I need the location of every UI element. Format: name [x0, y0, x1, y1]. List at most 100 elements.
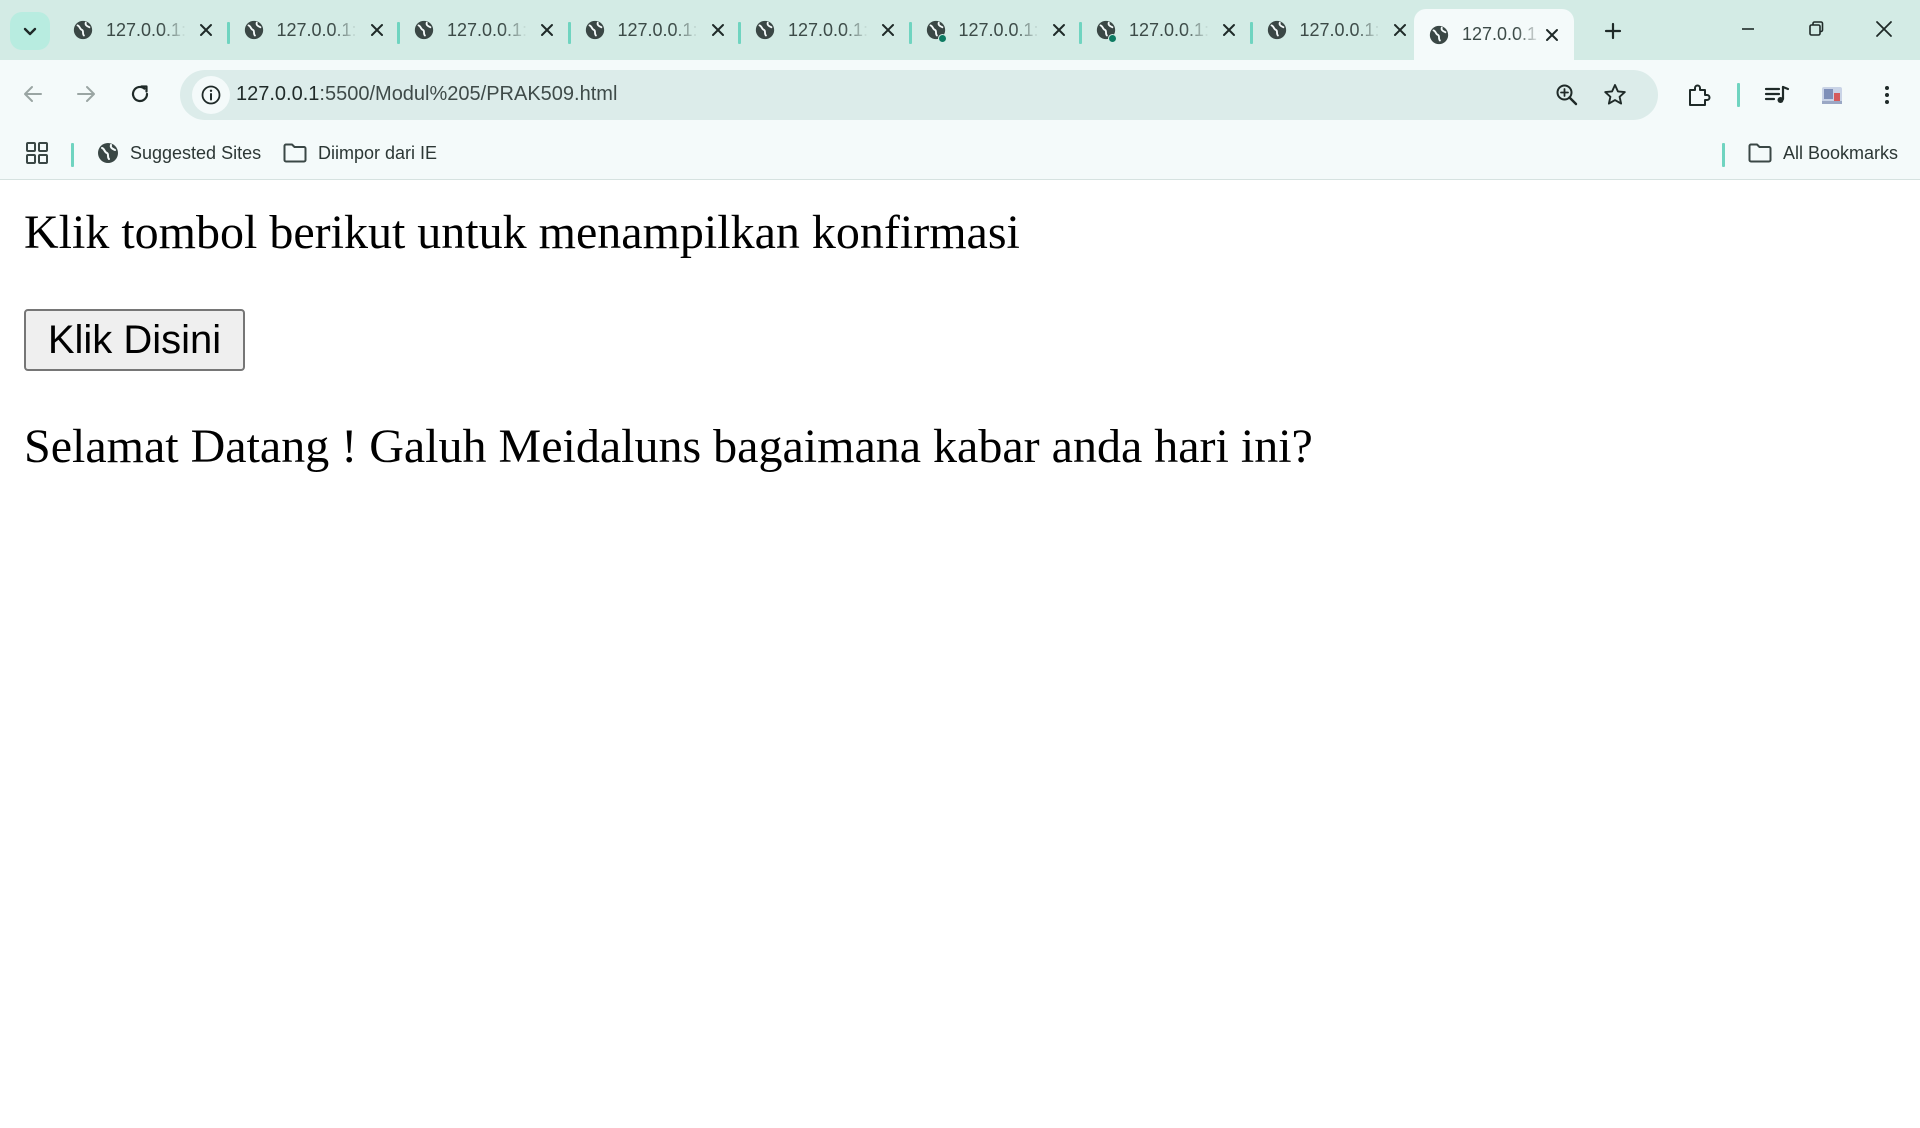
tab-favicon	[72, 19, 94, 41]
klik-disini-button[interactable]: Klik Disini	[24, 309, 245, 371]
address-bar[interactable]: 127.0.0.1:5500/Modul%205/PRAK509.html	[180, 70, 1658, 120]
forward-button[interactable]	[67, 75, 105, 113]
tab[interactable]: 127.0.0.1:5500/Modul%205	[908, 10, 1081, 50]
tab-activity-indicator	[937, 34, 947, 43]
tab[interactable]: 127.0.0.1:5500/Modul%205	[1079, 10, 1251, 50]
media-control-button[interactable]	[1762, 80, 1792, 110]
tab[interactable]: 127.0.0.1:5500/Modul%205	[567, 10, 740, 50]
browser-toolbar: 127.0.0.1:5500/Modul%205/PRAK509.html	[0, 60, 1920, 128]
bookmark-folder-imported-label: Diimpor dari IE	[318, 142, 438, 163]
all-bookmarks-button[interactable]: All Bookmarks	[1747, 138, 1898, 168]
apps-button[interactable]	[24, 138, 50, 168]
reload-button[interactable]	[121, 75, 159, 113]
star-icon	[1604, 84, 1626, 105]
tab[interactable]: 127.0.0.1:5500/Modul%205	[1249, 10, 1422, 50]
site-info-button[interactable]	[192, 76, 230, 114]
menu-button[interactable]	[1872, 80, 1902, 110]
tab[interactable]: 127.0.0.1:5500/Modul%205	[226, 10, 399, 50]
tab-strip: 127.0.0.1:5500/Modul%205 127.0.0.1:5500/M…	[0, 0, 1920, 60]
close-icon	[541, 24, 553, 36]
tab-favicon	[584, 19, 606, 41]
tab-separator	[226, 22, 230, 44]
tab-title: 127.0.0.1:5500/Modul%205	[617, 19, 698, 40]
tab[interactable]: 127.0.0.1:5500/Modul%205	[397, 10, 569, 50]
greeting-message: Selamat Datang ! Galuh Meidaluns bagaima…	[24, 420, 1313, 473]
tab-close-button[interactable]	[876, 18, 900, 42]
tab-favicon	[1095, 19, 1117, 43]
tab-close-button[interactable]	[706, 18, 730, 42]
tab-title: 127.0.0.1:5500/Modul%205	[1129, 19, 1209, 40]
close-icon	[200, 24, 212, 36]
tab-favicon	[413, 19, 435, 41]
globe-icon	[73, 20, 93, 40]
bookmark-folder-imported[interactable]: Diimpor dari IE	[282, 138, 437, 168]
bookmarks-separator-right	[1722, 143, 1725, 167]
bookmark-suggested-sites-label: Suggested Sites	[130, 142, 262, 163]
minimize-button[interactable]	[1716, 6, 1780, 52]
tab-close-button[interactable]	[365, 18, 389, 42]
restore-button[interactable]	[1784, 6, 1848, 52]
tab-title: 127.0.0.1:5500/Modul%205	[106, 19, 186, 40]
back-button[interactable]	[14, 75, 52, 113]
puzzle-icon	[1689, 84, 1711, 106]
tab-close-button[interactable]	[1540, 23, 1564, 47]
folder-icon	[1748, 143, 1772, 163]
tab[interactable]: 127.0.0.1:5500/Modul%205	[738, 10, 910, 50]
apps-grid-icon	[26, 142, 48, 164]
globe-icon	[414, 20, 434, 40]
close-window-button[interactable]	[1852, 6, 1916, 52]
bookmark-suggested-sites[interactable]: Suggested Sites	[96, 138, 261, 168]
url-text[interactable]: 127.0.0.1:5500/Modul%205/PRAK509.html	[236, 83, 617, 106]
toolbar-separator	[1737, 83, 1740, 107]
globe-icon	[98, 143, 118, 163]
tab-title: 127.0.0.1:5500/Modul%205	[1462, 24, 1540, 44]
info-icon	[201, 85, 221, 105]
zoom-in-icon	[1556, 84, 1578, 106]
tab-separator	[738, 22, 741, 44]
arrow-left-icon	[24, 86, 42, 102]
tab-title: 127.0.0.1:5500/Modul%205	[958, 19, 1039, 40]
profile-button[interactable]	[1817, 80, 1847, 110]
tab-search-button[interactable]	[10, 12, 50, 50]
url-path: :5500/Modul%205/PRAK509.html	[319, 83, 618, 105]
profile-avatar-icon	[1822, 87, 1842, 104]
tab-active[interactable]: 127.0.0.1:5500/Modul%205	[1414, 9, 1574, 60]
tab-close-button[interactable]	[1217, 18, 1241, 42]
tab-close-button[interactable]	[194, 18, 218, 42]
zoom-button[interactable]	[1554, 82, 1580, 113]
new-tab-button[interactable]	[1596, 14, 1630, 48]
bookmark-star-button[interactable]	[1602, 82, 1628, 113]
close-icon	[711, 24, 724, 36]
url-host: 127.0.0.1	[236, 83, 320, 105]
tab-favicon	[925, 19, 947, 43]
tab-separator	[1079, 22, 1082, 44]
globe-icon	[585, 20, 604, 40]
tab-title: 127.0.0.1:5500/Modul%205	[788, 19, 868, 40]
tab-close-button[interactable]	[1388, 18, 1412, 42]
globe-icon	[1429, 25, 1449, 44]
reload-icon	[131, 85, 149, 103]
close-icon	[882, 24, 894, 36]
plus-icon	[1604, 22, 1622, 40]
extensions-button[interactable]	[1684, 80, 1714, 110]
tab-title: 127.0.0.1:5500/Modul%205	[1299, 19, 1380, 40]
tab-title: 127.0.0.1:5500/Modul%205	[447, 19, 527, 40]
tab[interactable]: 127.0.0.1:5500/Modul%205	[58, 10, 228, 50]
page-heading: Klik tombol berikut untuk menampilkan ko…	[24, 206, 1020, 259]
tab-close-button[interactable]	[535, 18, 559, 42]
bookmarks-separator	[71, 143, 74, 167]
all-bookmarks-label: All Bookmarks	[1783, 142, 1899, 163]
tab-separator	[397, 22, 400, 44]
close-icon	[1052, 24, 1065, 36]
globe-icon	[244, 20, 263, 40]
kebab-menu-icon	[1885, 86, 1889, 104]
close-icon	[1223, 24, 1235, 36]
tab-title: 127.0.0.1:5500/Modul%205	[276, 19, 357, 40]
globe-icon	[1267, 20, 1286, 40]
page-content: Klik tombol berikut untuk menampilkan ko…	[0, 181, 1920, 1128]
tab-activity-indicator	[1108, 34, 1117, 43]
restore-icon	[1809, 21, 1824, 36]
close-icon	[1546, 28, 1559, 41]
tab-close-button[interactable]	[1047, 18, 1071, 42]
tab-separator	[567, 22, 571, 44]
